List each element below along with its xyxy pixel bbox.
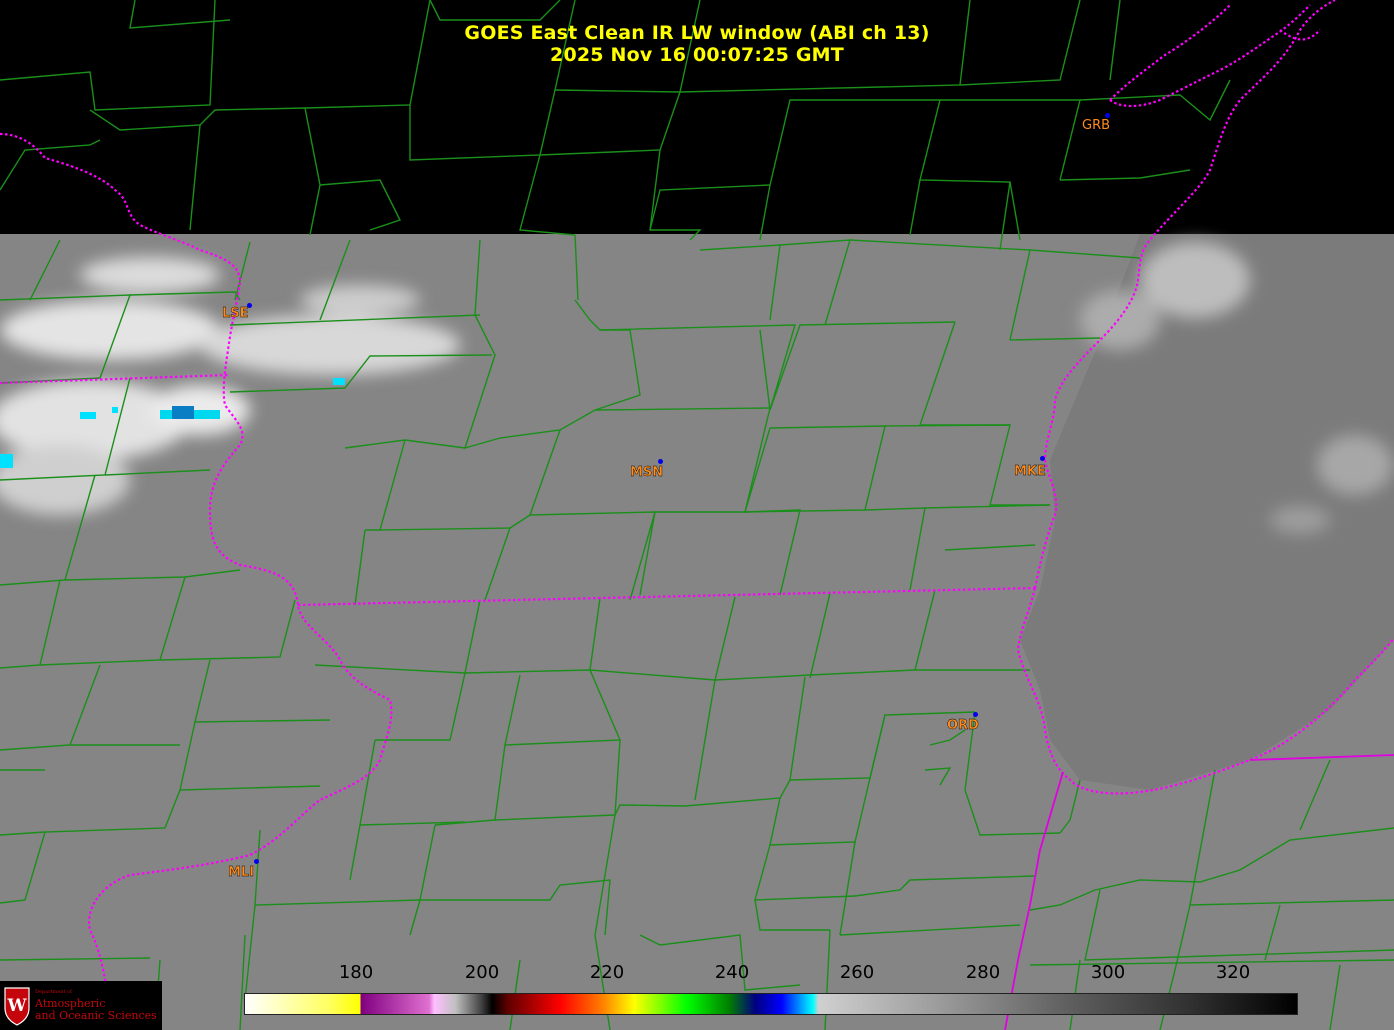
station-label-lse: LSE <box>222 306 249 321</box>
station-label-grb: GRB <box>1082 118 1111 133</box>
product-title: GOES East Clean IR LW window (ABI ch 13) <box>464 22 930 44</box>
station-marker-msn <box>658 459 663 464</box>
colorbar-tick-300: 300 <box>1090 962 1126 983</box>
colorbar-tick-320: 320 <box>1215 962 1251 983</box>
station-label-msn: MSN <box>630 465 664 480</box>
satellite-ir-map <box>0 0 1394 1030</box>
logo-department-label: Department of <box>35 989 72 995</box>
station-marker-mke <box>1040 456 1045 461</box>
colorbar-tick-280: 280 <box>965 962 1001 983</box>
temperature-colorbar <box>244 993 1298 1015</box>
university-seal-icon: W <box>4 987 30 1026</box>
aos-department-logo: W Department of Atmospheric and Oceanic … <box>0 981 162 1030</box>
colorbar-tick-220: 220 <box>589 962 625 983</box>
station-label-ord: ORD <box>947 718 979 733</box>
logo-name-line2: and Oceanic Sciences <box>35 1009 157 1022</box>
station-marker-ord <box>973 712 978 717</box>
colorbar-tick-240: 240 <box>714 962 750 983</box>
station-label-mke: MKE <box>1014 464 1046 479</box>
station-marker-mli <box>254 859 259 864</box>
station-label-mli: MLI <box>228 865 255 880</box>
colorbar-tick-200: 200 <box>464 962 500 983</box>
observation-timestamp: 2025 Nov 16 00:07:25 GMT <box>550 44 844 66</box>
colorbar-tick-260: 260 <box>839 962 875 983</box>
colorbar-tick-180: 180 <box>338 962 374 983</box>
svg-text:W: W <box>6 996 27 1016</box>
